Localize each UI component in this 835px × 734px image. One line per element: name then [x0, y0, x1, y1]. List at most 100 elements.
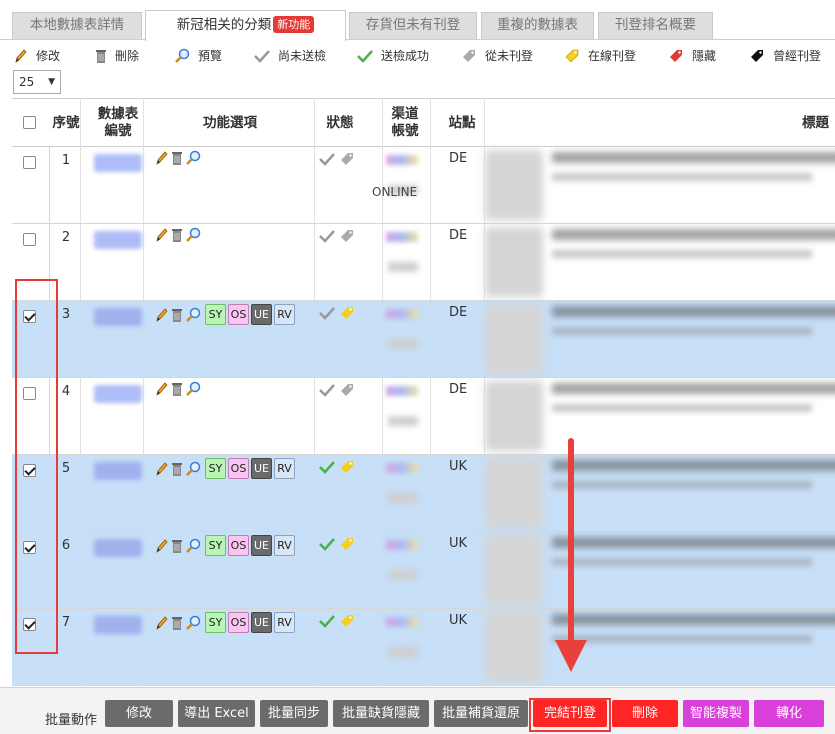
select-all-checkbox[interactable] [23, 116, 36, 129]
row-status [319, 613, 359, 629]
table-header: 序號 數據表編號 功能選項 狀態 渠道帳號 站點 標題 [12, 98, 835, 147]
tab-duplicate-sheets[interactable]: 重複的數據表 [481, 12, 594, 39]
convert-button[interactable]: 轉化 [754, 700, 824, 727]
row-checkbox[interactable] [23, 233, 36, 246]
legend-label: 刪除 [115, 49, 140, 63]
product-subtitle-redacted [552, 481, 812, 489]
tab-bar: 本地數據表詳情 新冠相关的分類 新功能 存貨但未有刊登 重複的數據表 刊登排名概要 [0, 0, 835, 41]
row-functions [155, 381, 203, 397]
tab-stock-not-listed[interactable]: 存貨但未有刊登 [349, 12, 477, 39]
trash-icon[interactable] [171, 615, 183, 631]
magnifier-icon[interactable] [185, 538, 201, 554]
tab-label: 新冠相关的分類 [176, 17, 272, 33]
chip-sy-button[interactable]: SY [205, 612, 226, 633]
chip-sy-button[interactable]: SY [205, 535, 226, 556]
magnifier-icon[interactable] [185, 227, 201, 243]
annotation-checkbox-highlight [15, 279, 58, 654]
chip-ue-button[interactable]: UE [251, 304, 272, 325]
caret-down-icon: ▼ [48, 77, 55, 87]
row-site: UK [449, 459, 468, 474]
batch-restock-restore-button[interactable]: 批量補貨還原 [434, 700, 528, 727]
yellow-tag-icon [341, 307, 353, 319]
row-site: DE [449, 382, 468, 397]
sheet-id-link-redacted[interactable] [94, 231, 142, 249]
legend-edit: 修改 [14, 47, 60, 64]
gray-check-icon [319, 153, 335, 166]
pencil-icon[interactable] [155, 461, 169, 477]
chip-ue-button[interactable]: UE [251, 612, 272, 633]
channel-status-text: ONLINE [372, 185, 418, 199]
table-row: 1 ONLINE DE [12, 147, 835, 224]
page-size-select[interactable]: 25 ▼ [13, 70, 61, 94]
green-check-icon [319, 615, 335, 628]
batch-edit-button[interactable]: 修改 [105, 700, 173, 727]
pencil-icon[interactable] [155, 615, 169, 631]
row-functions: SY OS UE RV [155, 612, 295, 633]
sheet-id-link-redacted[interactable] [94, 385, 142, 403]
chip-ue-button[interactable]: UE [251, 535, 272, 556]
legend-hidden: 隱藏 [668, 47, 716, 64]
icon-legend: 修改 刪除 預覽 尚未送檢 送檢成功 從未刊登 在線刊登 隱藏 曾經刊登 [0, 44, 835, 68]
chip-rv-button[interactable]: RV [274, 304, 295, 325]
row-checkbox[interactable] [23, 156, 36, 169]
legend-previously-listed: 曾經刊登 [749, 47, 821, 64]
chip-sy-button[interactable]: SY [205, 458, 226, 479]
yellow-tag-icon [341, 538, 353, 550]
trash-icon[interactable] [171, 538, 183, 554]
green-check-icon [319, 538, 335, 551]
trash-icon[interactable] [171, 150, 183, 166]
batch-hide-out-of-stock-button[interactable]: 批量缺貨隱藏 [333, 700, 429, 727]
product-title-redacted [552, 460, 835, 471]
chip-sy-button[interactable]: SY [205, 304, 226, 325]
chip-os-button[interactable]: OS [228, 304, 249, 325]
pencil-icon[interactable] [155, 150, 169, 166]
trash-icon[interactable] [171, 461, 183, 477]
sheet-id-link-redacted[interactable] [94, 308, 142, 326]
magnifier-icon[interactable] [185, 381, 201, 397]
row-status [319, 151, 359, 167]
chip-rv-button[interactable]: RV [274, 535, 295, 556]
sheet-id-link-redacted[interactable] [94, 539, 142, 557]
chip-os-button[interactable]: OS [228, 535, 249, 556]
magnifier-icon[interactable] [185, 461, 201, 477]
magnifier-icon[interactable] [185, 150, 201, 166]
pencil-icon[interactable] [155, 381, 169, 397]
chip-os-button[interactable]: OS [228, 458, 249, 479]
row-functions: SY OS UE RV [155, 535, 295, 556]
product-subtitle-redacted [552, 558, 812, 566]
smart-copy-button[interactable]: 智能複製 [683, 700, 749, 727]
tab-covid-categories[interactable]: 新冠相关的分類 新功能 [145, 10, 346, 41]
magnifier-icon[interactable] [185, 307, 201, 323]
row-functions [155, 150, 203, 166]
pencil-icon[interactable] [155, 538, 169, 554]
pencil-icon[interactable] [155, 307, 169, 323]
trash-icon[interactable] [171, 227, 183, 243]
product-subtitle-redacted [552, 635, 812, 643]
row-site: DE [449, 228, 468, 243]
magnifier-icon[interactable] [185, 615, 201, 631]
batch-delete-button[interactable]: 刪除 [612, 700, 678, 727]
sheet-id-link-redacted[interactable] [94, 616, 142, 634]
chip-ue-button[interactable]: UE [251, 458, 272, 479]
sheet-id-link-redacted[interactable] [94, 154, 142, 172]
chip-rv-button[interactable]: RV [274, 612, 295, 633]
product-subtitle-redacted [552, 250, 812, 258]
row-seq: 1 [61, 153, 71, 168]
legend-online-listed: 在線刊登 [564, 47, 636, 64]
chip-rv-button[interactable]: RV [274, 458, 295, 479]
channel-account-redacted [386, 613, 420, 683]
product-thumbnail-redacted [485, 304, 543, 374]
tab-local-sheet-details[interactable]: 本地數據表詳情 [12, 12, 142, 39]
annotation-arrow-shaft [568, 438, 574, 648]
trash-icon[interactable] [171, 381, 183, 397]
legend-label: 預覽 [198, 49, 223, 63]
product-thumbnail-redacted [485, 612, 543, 682]
chip-os-button[interactable]: OS [228, 612, 249, 633]
sheet-id-link-redacted[interactable] [94, 462, 142, 480]
table-row: 6 SY OS UE RV UK [12, 532, 835, 609]
pencil-icon[interactable] [155, 227, 169, 243]
trash-icon[interactable] [171, 307, 183, 323]
batch-sync-button[interactable]: 批量同步 [260, 700, 328, 727]
export-excel-button[interactable]: 導出 Excel [178, 700, 255, 727]
tab-listing-rank-summary[interactable]: 刊登排名概要 [598, 12, 713, 39]
